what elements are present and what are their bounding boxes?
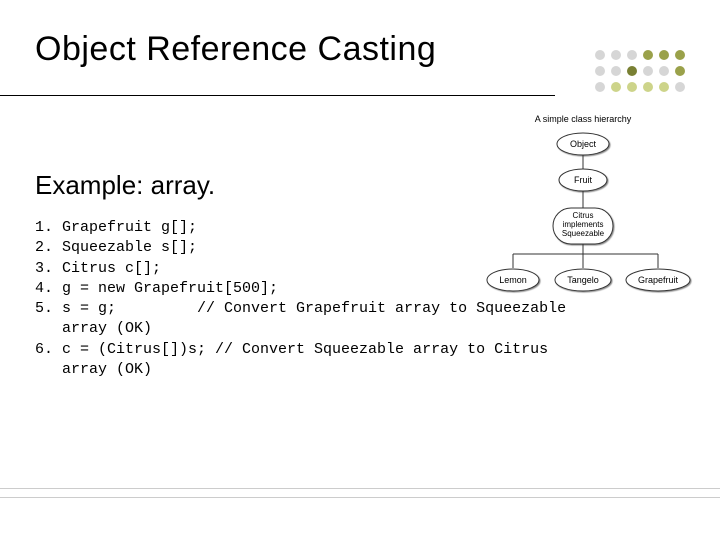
diagram-caption: A simple class hierarchy [535,114,632,124]
node-citrus-iface: Squeezable [562,229,605,238]
title-underline [0,95,555,96]
node-fruit: Fruit [574,175,592,185]
slide-subtitle: Example: array. [35,170,215,201]
slide-title: Object Reference Casting [35,30,436,69]
node-object: Object [570,139,597,149]
node-tangelo: Tangelo [567,275,599,285]
footer-rule-2 [0,497,720,498]
node-grapefruit: Grapefruit [638,275,679,285]
class-hierarchy-diagram: A simple class hierarchy Object Fruit Ci… [468,112,698,322]
node-citrus-impl: implements [563,220,604,229]
footer-rule-1 [0,488,720,489]
node-lemon: Lemon [499,275,527,285]
decorative-dot-grid [595,50,685,98]
slide: Object Reference Casting Example: array.… [0,0,720,540]
node-citrus: Citrus [573,211,594,220]
